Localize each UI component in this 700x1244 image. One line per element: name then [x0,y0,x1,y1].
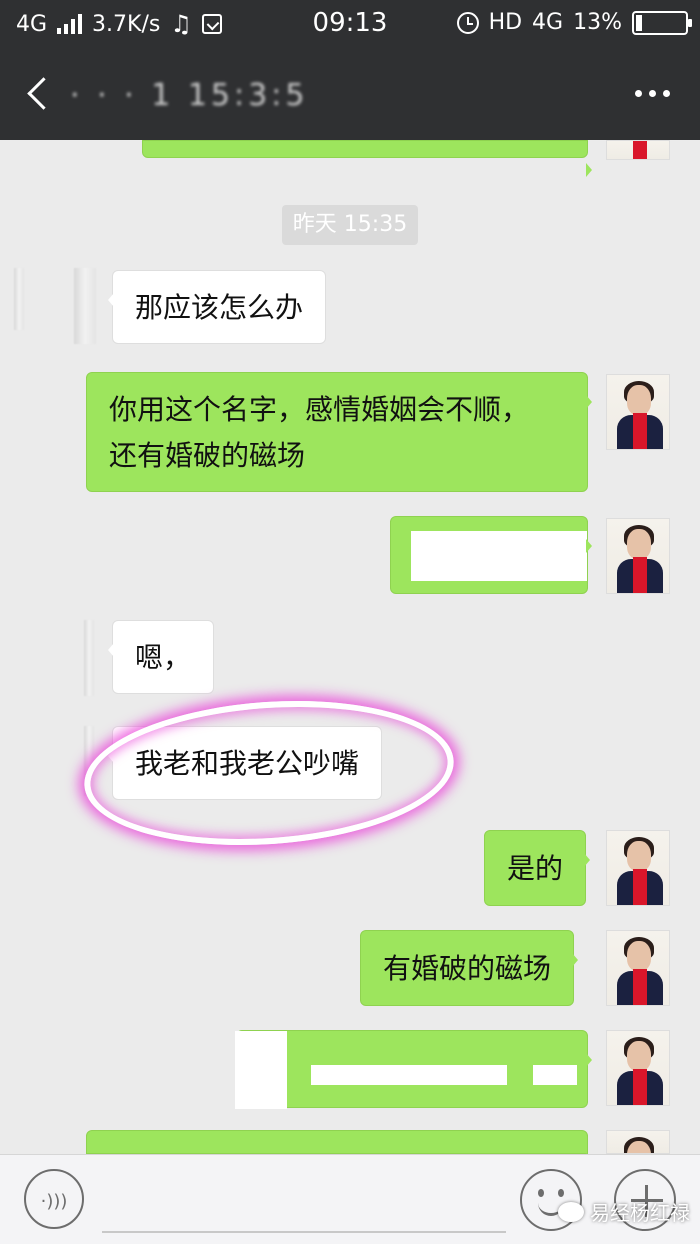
status-bar: 4G 3.7K/s ♫ 09:13 HD 4G 13% [0,0,700,48]
top-bar: 4G 3.7K/s ♫ 09:13 HD 4G 13% · · · 1 15:3… [0,0,700,140]
message-line: 你用这个名字，感情婚姻会不顺， [109,393,530,426]
chat-title: · · · 1 15:3:5 [70,78,309,113]
my-avatar[interactable] [606,1130,670,1154]
message-bubble-sent[interactable]: 你用这个名字，感情婚姻会不顺， 还有婚破的磁场 [86,372,592,492]
wechat-icon [558,1201,584,1222]
message-bubble-sent[interactable] [390,516,592,594]
my-avatar[interactable] [606,518,670,594]
message-bubble-cutoff [86,1130,592,1167]
message-bubble-received[interactable]: 嗯， [107,620,215,694]
contact-avatar[interactable] [74,268,96,344]
hd-label: HD [488,10,523,35]
my-avatar[interactable] [606,830,670,906]
message-bubble-received[interactable]: 那应该怎么办 [107,270,327,344]
my-avatar[interactable] [606,930,670,1006]
network-type-right: 4G [532,10,564,35]
message-line: 还有婚破的磁场 [109,439,306,472]
redacted-region [235,1031,287,1109]
voice-input-button[interactable]: ·))) [24,1169,84,1229]
back-button[interactable] [22,74,62,114]
redacted-region [533,1065,577,1085]
voice-icon: ·))) [40,1191,68,1212]
chat-timestamp: 昨天 15:35 [282,205,418,245]
contact-avatar[interactable] [14,268,24,330]
highlight-circle [79,689,459,857]
message-bubble-sent[interactable]: 是的 [484,830,591,906]
message-input[interactable] [102,1171,506,1233]
watermark-text: 易经杨红禄 [590,1201,690,1225]
my-avatar[interactable] [606,374,670,450]
alarm-icon [456,11,479,34]
more-options-button[interactable] [635,90,670,97]
redacted-region [411,531,587,581]
my-avatar[interactable] [606,1030,670,1106]
contact-avatar[interactable] [84,620,94,696]
message-bubble-sent[interactable] [235,1030,592,1109]
battery-icon [632,10,692,35]
message-bubble-cutoff [142,140,592,177]
redacted-region [311,1065,507,1085]
watermark: 易经杨红禄 [558,1197,690,1226]
my-avatar[interactable] [606,140,670,160]
message-bubble-sent[interactable]: 有婚破的磁场 [360,930,579,1006]
battery-percent: 13% [573,10,622,35]
